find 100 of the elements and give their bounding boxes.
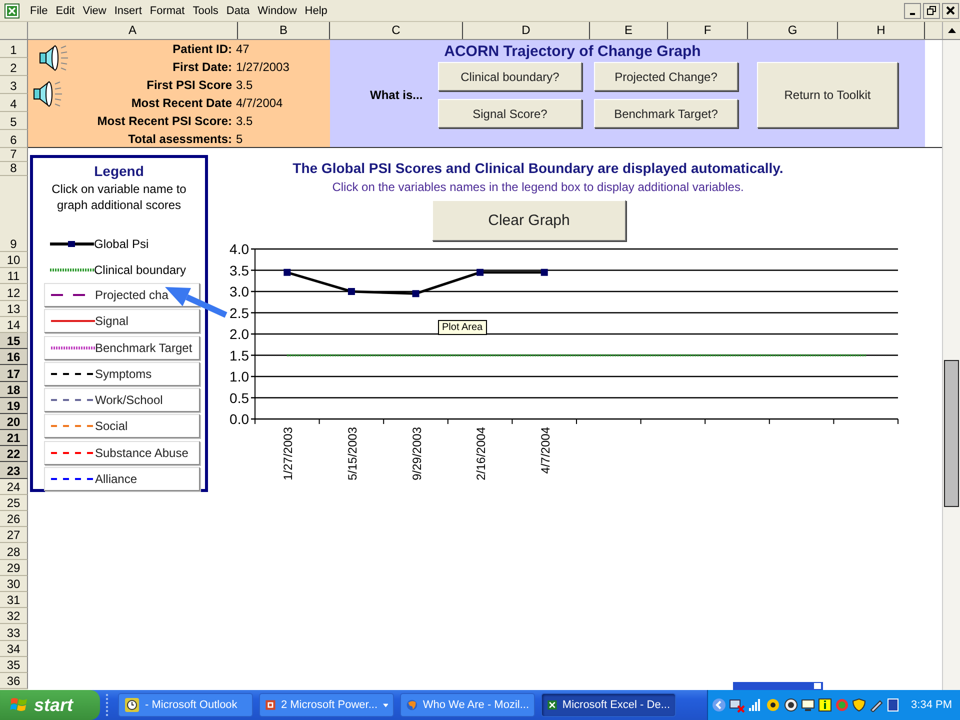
globe-icon bbox=[406, 697, 418, 713]
legend-label[interactable]: Clinical boundary bbox=[94, 263, 186, 277]
field-label: Most Recent PSI Score: bbox=[96, 113, 233, 130]
menu-item[interactable]: Edit bbox=[52, 4, 79, 16]
monitor-icon[interactable] bbox=[801, 698, 816, 712]
legend-variable-button[interactable]: Benchmark Target bbox=[44, 336, 200, 360]
row-header[interactable]: 22 bbox=[0, 446, 28, 462]
scroll-thumb[interactable] bbox=[944, 360, 959, 507]
row-header[interactable]: 21 bbox=[0, 430, 28, 446]
info-icon[interactable] bbox=[818, 698, 832, 712]
row-header[interactable]: 18 bbox=[0, 382, 28, 398]
menu-item[interactable]: Window bbox=[254, 4, 301, 16]
column-header[interactable]: G bbox=[748, 22, 838, 39]
close-button[interactable] bbox=[942, 2, 959, 18]
menu-item[interactable]: Format bbox=[146, 4, 189, 16]
help-button[interactable]: Signal Score? bbox=[438, 99, 582, 128]
excel-icon[interactable] bbox=[4, 2, 20, 18]
menu-item[interactable]: View bbox=[78, 4, 110, 16]
speaker-icon[interactable] bbox=[38, 44, 70, 72]
legend-variable-button[interactable]: Substance Abuse bbox=[44, 440, 200, 465]
y-tick-label: 3.5 bbox=[230, 262, 249, 278]
speaker-icon[interactable] bbox=[32, 79, 64, 109]
y-tick-label: 2.5 bbox=[230, 304, 249, 321]
menu-item[interactable]: Help bbox=[300, 4, 332, 16]
triangle-up-icon bbox=[948, 28, 956, 33]
clock-icon bbox=[124, 697, 140, 713]
shield-icon[interactable] bbox=[852, 698, 866, 712]
y-tick-label: 0.5 bbox=[230, 390, 249, 406]
column-header[interactable]: E bbox=[590, 22, 668, 39]
field-label: First PSI Score bbox=[146, 77, 233, 94]
row-header[interactable]: 23 bbox=[0, 462, 28, 479]
help-button[interactable]: Clinical boundary? bbox=[438, 62, 582, 91]
x-tick-label: 1/27/2003 bbox=[281, 427, 296, 480]
y-tick-label: 4.0 bbox=[230, 241, 249, 257]
data-point-marker bbox=[348, 288, 355, 295]
minimize-button[interactable] bbox=[904, 2, 921, 18]
x-tick-label: 4/7/2004 bbox=[538, 427, 552, 474]
vertical-scrollbar[interactable] bbox=[942, 40, 960, 690]
chart-subtext: Click on the variables names in the legend box to display additional variables. bbox=[331, 180, 745, 194]
signal-icon[interactable] bbox=[748, 698, 762, 712]
return-button[interactable]: Return to Toolkit bbox=[757, 62, 898, 128]
column-header[interactable]: C bbox=[330, 22, 463, 39]
presentation-icon bbox=[265, 697, 276, 713]
clock[interactable]: 3:34 PM bbox=[911, 699, 952, 711]
taskbar-button[interactable]: Who We Are - Mozil... bbox=[400, 693, 535, 717]
column-header[interactable]: B bbox=[238, 22, 330, 39]
field-value: 4/7/2004 bbox=[235, 95, 284, 112]
clear-graph-button[interactable]: Clear Graph bbox=[432, 200, 626, 241]
column-header[interactable]: H bbox=[838, 22, 925, 39]
legend-variable-button[interactable]: Projected cha bbox=[44, 283, 200, 307]
chevron-left-icon[interactable] bbox=[712, 698, 726, 712]
row-header[interactable]: 15 bbox=[0, 332, 28, 350]
menu-item[interactable]: Tools bbox=[188, 4, 222, 16]
pen-icon[interactable] bbox=[869, 698, 884, 712]
floating-toolbar-titlebar[interactable] bbox=[733, 682, 823, 690]
legend-variable-button[interactable]: Symptoms bbox=[44, 362, 200, 386]
what-is-label: What is... bbox=[370, 88, 424, 102]
field-value: 5 bbox=[235, 131, 244, 148]
row-header[interactable]: 16 bbox=[0, 349, 28, 366]
x-tick-label: 5/15/2003 bbox=[345, 427, 360, 480]
field-label: Most Recent Date bbox=[130, 95, 233, 112]
legend-variable-button[interactable]: Signal bbox=[44, 309, 200, 334]
column-header[interactable]: F bbox=[668, 22, 748, 39]
row-header[interactable]: 20 bbox=[0, 414, 28, 430]
book-icon[interactable] bbox=[886, 698, 900, 712]
field-label: Total asessments: bbox=[127, 131, 233, 148]
network-icon[interactable] bbox=[729, 697, 746, 713]
y-tick-label: 2.0 bbox=[230, 326, 249, 342]
legend-label[interactable]: Global Psi bbox=[94, 237, 149, 251]
y-tick-label: 0.0 bbox=[230, 411, 249, 427]
y-tick-label: 1.0 bbox=[230, 368, 249, 384]
taskbar-button[interactable]: Microsoft Excel - De... bbox=[541, 693, 676, 717]
flag-icon bbox=[10, 696, 28, 714]
data-point-marker bbox=[412, 290, 420, 298]
help-button[interactable]: Benchmark Target? bbox=[594, 99, 738, 128]
circle-icon[interactable] bbox=[784, 698, 798, 712]
field-label: First Date: bbox=[172, 59, 233, 76]
minimize-icon bbox=[910, 12, 916, 14]
y-tick-label: 3.0 bbox=[230, 284, 249, 300]
legend-variable-button[interactable]: Social bbox=[44, 414, 200, 438]
field-value: 3.5 bbox=[235, 113, 254, 130]
y-tick-label: 1.5 bbox=[230, 347, 249, 364]
graph-title: ACORN Trajectory of Change Graph bbox=[443, 42, 702, 60]
menu-item[interactable]: File bbox=[26, 4, 52, 16]
row-header[interactable]: 19 bbox=[0, 398, 28, 414]
column-header[interactable]: D bbox=[463, 22, 590, 39]
menu-item[interactable]: Insert bbox=[110, 4, 146, 16]
column-header[interactable]: A bbox=[28, 22, 238, 39]
restore-button[interactable] bbox=[923, 2, 940, 18]
taskbar-button[interactable]: - Microsoft Outlook bbox=[118, 693, 253, 717]
legend-variable-button[interactable]: Alliance bbox=[44, 467, 200, 492]
restore-icon bbox=[927, 6, 936, 15]
data-point-marker bbox=[476, 268, 484, 276]
caret-icon[interactable] bbox=[382, 702, 388, 708]
taskbar-button[interactable]: 2 Microsoft Power... bbox=[259, 693, 394, 717]
legend-variable-button[interactable]: Work/School bbox=[44, 388, 200, 412]
row-header[interactable]: 17 bbox=[0, 365, 28, 382]
menu-item[interactable]: Data bbox=[222, 4, 254, 16]
x-tick-label: 9/29/2003 bbox=[410, 427, 424, 480]
help-button[interactable]: Projected Change? bbox=[594, 62, 738, 91]
